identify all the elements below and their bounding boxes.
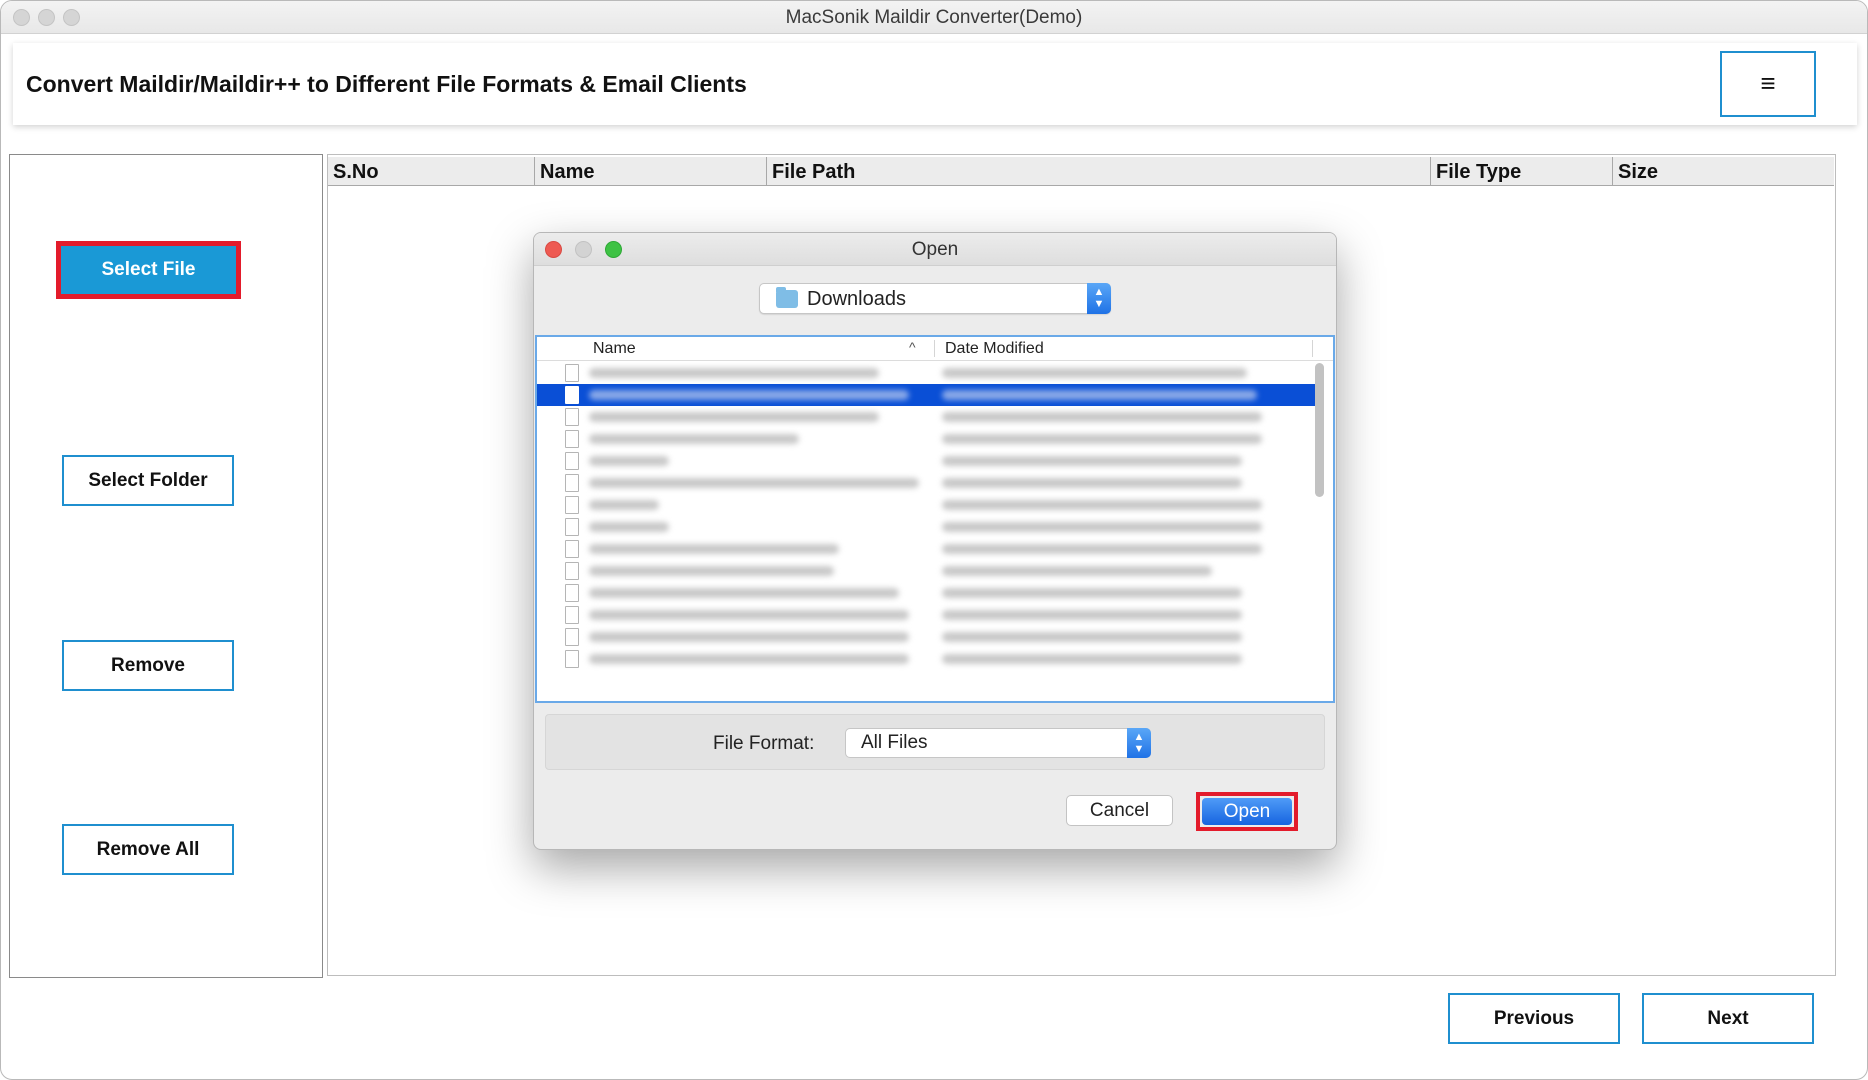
- date-modified-column-header[interactable]: Date Modified: [945, 340, 1044, 358]
- document-icon: [565, 628, 579, 646]
- file-row[interactable]: [537, 604, 1317, 626]
- file-row[interactable]: [537, 406, 1317, 428]
- chevron-updown-icon: ▲ ▼: [1127, 728, 1151, 758]
- previous-button[interactable]: Previous: [1448, 993, 1620, 1044]
- title-bar: MacSonik Maildir Converter(Demo): [1, 1, 1867, 34]
- file-row[interactable]: [537, 494, 1317, 516]
- file-format-value: All Files: [861, 732, 928, 753]
- chevron-updown-icon: ▲ ▼: [1087, 283, 1111, 314]
- document-icon: [565, 650, 579, 668]
- name-column-header[interactable]: Name: [593, 340, 636, 358]
- cancel-button[interactable]: Cancel: [1066, 795, 1173, 826]
- file-list-header: Name ^ Date Modified: [537, 337, 1333, 361]
- file-list-scrollbar[interactable]: [1315, 363, 1324, 497]
- menu-button[interactable]: ≡: [1720, 51, 1816, 117]
- dialog-title-bar: Open: [534, 233, 1336, 266]
- file-row[interactable]: [537, 648, 1317, 670]
- remove-button[interactable]: Remove: [62, 640, 234, 691]
- document-icon: [565, 606, 579, 624]
- location-value: Downloads: [807, 288, 906, 310]
- file-row[interactable]: [537, 538, 1317, 560]
- header-panel: Convert Maildir/Maildir++ to Different F…: [13, 43, 1857, 125]
- document-icon: [565, 496, 579, 514]
- file-row[interactable]: [537, 560, 1317, 582]
- file-row[interactable]: [537, 582, 1317, 604]
- app-window: MacSonik Maildir Converter(Demo) Convert…: [0, 0, 1868, 1080]
- document-icon: [565, 386, 579, 404]
- document-icon: [565, 540, 579, 558]
- select-file-button[interactable]: Select File: [61, 246, 236, 294]
- file-row[interactable]: [537, 362, 1317, 384]
- action-sidebar: Select File Select Folder Remove Remove …: [9, 154, 323, 978]
- document-icon: [565, 518, 579, 536]
- file-row-selected[interactable]: [537, 384, 1317, 406]
- document-icon: [565, 364, 579, 382]
- sort-ascending-icon: ^: [909, 339, 916, 355]
- page-title: Convert Maildir/Maildir++ to Different F…: [26, 71, 747, 97]
- file-format-label: File Format:: [713, 733, 815, 754]
- window-title: MacSonik Maildir Converter(Demo): [785, 7, 1083, 28]
- table-header: S.No Name File Path File Type Size: [328, 157, 1834, 186]
- open-file-dialog: Open Downloads ▲▼ Name ^ Date Modified: [533, 232, 1337, 850]
- file-format-dropdown[interactable]: All Files ▲ ▼: [845, 728, 1151, 758]
- file-format-bar: File Format: All Files ▲ ▼: [545, 714, 1325, 770]
- file-row[interactable]: [537, 428, 1317, 450]
- next-button[interactable]: Next: [1642, 993, 1814, 1044]
- file-browser-list[interactable]: Name ^ Date Modified: [535, 335, 1335, 703]
- column-header-size[interactable]: Size: [1613, 157, 1834, 186]
- select-folder-button[interactable]: Select Folder: [62, 455, 234, 506]
- location-dropdown[interactable]: Downloads ▲ ▼: [759, 283, 1111, 314]
- document-icon: [565, 430, 579, 448]
- open-button[interactable]: Open: [1202, 798, 1292, 825]
- column-header-file-path[interactable]: File Path: [767, 157, 1431, 186]
- column-header-sno[interactable]: S.No: [328, 157, 535, 186]
- column-header-name[interactable]: Name: [535, 157, 767, 186]
- folder-icon: [776, 287, 798, 308]
- column-divider: [934, 340, 935, 357]
- document-icon: [565, 584, 579, 602]
- remove-all-button[interactable]: Remove All: [62, 824, 234, 875]
- document-icon: [565, 474, 579, 492]
- hamburger-icon: ≡: [1760, 68, 1776, 98]
- file-row[interactable]: [537, 450, 1317, 472]
- document-icon: [565, 452, 579, 470]
- column-divider: [1312, 340, 1313, 357]
- document-icon: [565, 408, 579, 426]
- file-row[interactable]: [537, 626, 1317, 648]
- file-row[interactable]: [537, 472, 1317, 494]
- document-icon: [565, 562, 579, 580]
- dialog-title: Open: [911, 239, 959, 260]
- column-header-file-type[interactable]: File Type: [1431, 157, 1613, 186]
- file-row[interactable]: [537, 516, 1317, 538]
